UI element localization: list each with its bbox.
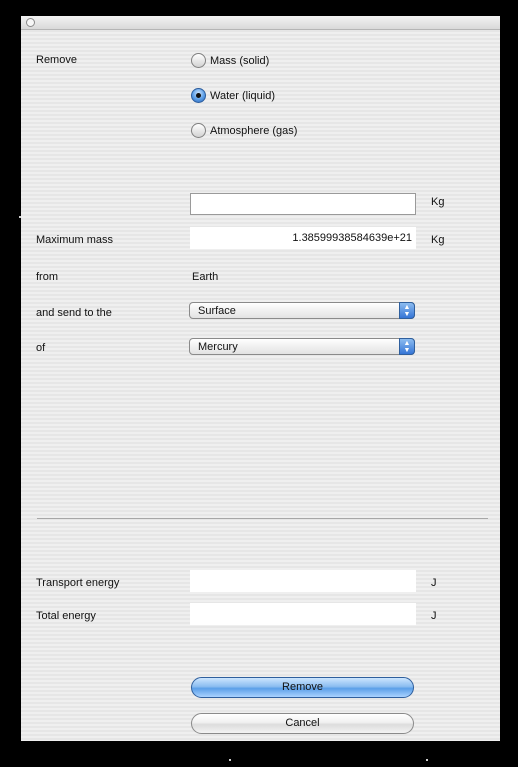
separator	[37, 518, 488, 519]
transport-energy-value	[190, 570, 416, 592]
radio-water-liquid[interactable]: Water (liquid)	[191, 88, 275, 103]
window-control-icon[interactable]	[26, 18, 35, 27]
radio-water-liquid-label: Water (liquid)	[210, 89, 275, 102]
mass-input[interactable]	[190, 193, 416, 215]
total-energy-label: Total energy	[36, 610, 96, 622]
title-bar	[21, 16, 500, 30]
edge-mark	[19, 216, 21, 218]
radio-selected-icon[interactable]	[191, 88, 206, 103]
destination-body-select[interactable]: Mercury ▲ ▼	[189, 338, 415, 355]
from-label: from	[36, 271, 58, 283]
edge-mark	[229, 759, 231, 761]
maximum-mass-unit: Kg	[431, 234, 445, 246]
radio-atmosphere-gas[interactable]: Atmosphere (gas)	[191, 123, 297, 138]
cancel-button[interactable]: Cancel	[191, 713, 414, 734]
remove-material-window: Remove Mass (solid) Water (liquid) Atmos…	[21, 16, 500, 741]
total-energy-value	[190, 603, 416, 625]
destination-location-select[interactable]: Surface ▲ ▼	[189, 302, 415, 319]
transport-energy-label: Transport energy	[36, 577, 120, 589]
total-energy-unit: J	[431, 610, 437, 622]
mass-unit: Kg	[431, 196, 445, 208]
maximum-mass-label: Maximum mass	[36, 234, 114, 246]
radio-atmosphere-gas-label: Atmosphere (gas)	[210, 124, 298, 137]
maximum-mass-value: 1.38599938584639e+21	[190, 227, 416, 249]
edge-mark	[426, 759, 428, 761]
destination-body-value: Mercury	[198, 341, 238, 353]
radio-mass-solid-label: Mass (solid)	[210, 54, 270, 67]
radio-mass-solid[interactable]: Mass (solid)	[191, 53, 269, 68]
remove-label: Remove	[36, 54, 77, 66]
of-label: of	[36, 342, 46, 354]
from-body-value: Earth	[192, 271, 219, 283]
radio-unselected-icon[interactable]	[191, 53, 206, 68]
send-to-label: and send to the	[36, 307, 112, 319]
radio-unselected-icon[interactable]	[191, 123, 206, 138]
transport-energy-unit: J	[431, 577, 437, 589]
remove-button[interactable]: Remove	[191, 677, 414, 698]
select-arrows-icon[interactable]: ▲ ▼	[399, 338, 415, 355]
select-arrows-icon[interactable]: ▲ ▼	[399, 302, 415, 319]
destination-location-value: Surface	[198, 305, 236, 317]
